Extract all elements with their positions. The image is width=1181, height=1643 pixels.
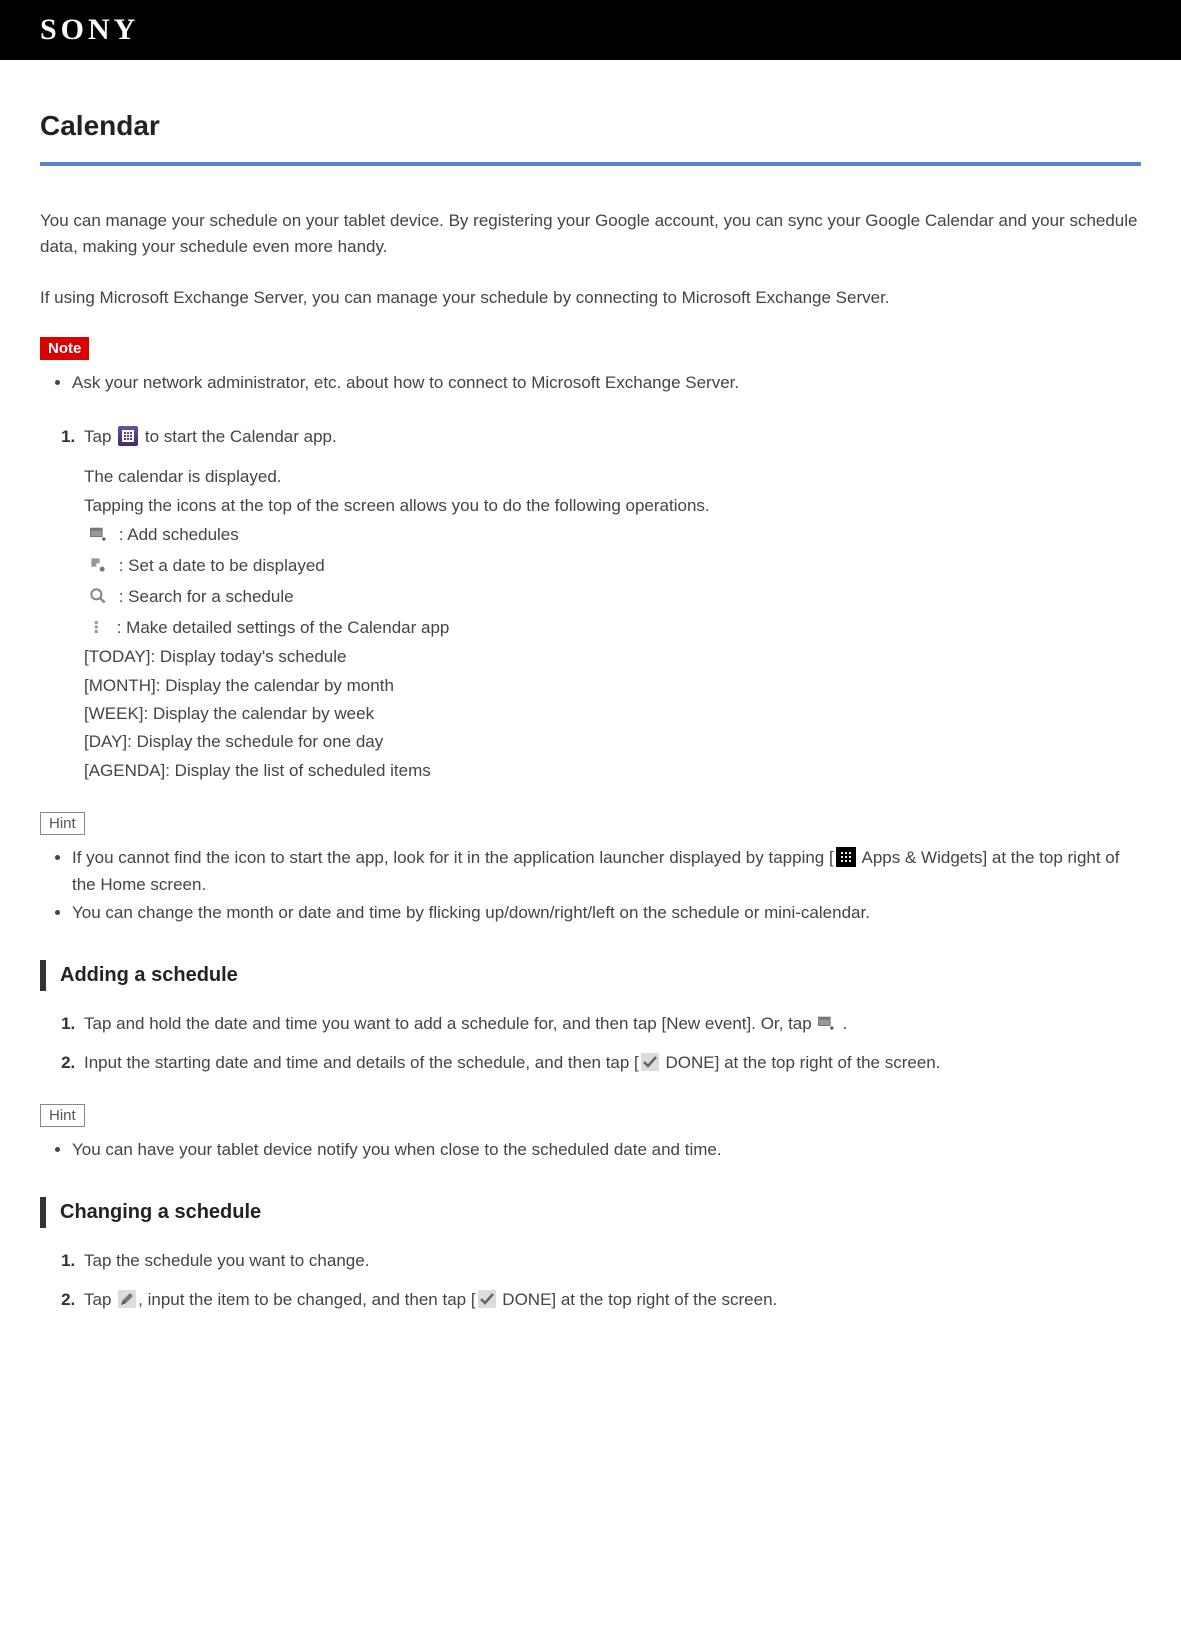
header: SONY xyxy=(0,0,1181,60)
step-1-post: to start the Calendar app. xyxy=(140,427,337,446)
changing-step-2: Tap , input the item to be changed, and … xyxy=(80,1287,1141,1313)
hint-1-item-1a: If you cannot find the icon to start the… xyxy=(72,848,834,867)
section-adding: Adding a schedule xyxy=(40,960,1141,991)
icon-search-text: : Search for a schedule xyxy=(114,587,294,606)
icon-overflow-text: : Make detailed settings of the Calendar… xyxy=(112,618,449,637)
month-line: [MONTH]: Display the calendar by month xyxy=(84,673,1141,699)
hint-1-list: If you cannot find the icon to start the… xyxy=(40,845,1141,926)
step-1-pre: Tap xyxy=(84,427,116,446)
hint-2-list: You can have your tablet device notify y… xyxy=(40,1137,1141,1163)
search-icon xyxy=(88,586,108,606)
changing-step-1: Tap the schedule you want to change. xyxy=(80,1248,1141,1274)
adding-step-1b: . xyxy=(842,1014,847,1033)
icon-line-add: : Add schedules xyxy=(84,521,1141,550)
week-line: [WEEK]: Display the calendar by week xyxy=(84,701,1141,727)
adding-step-2a: Input the starting date and time and det… xyxy=(84,1053,639,1072)
day-line: [DAY]: Display the schedule for one day xyxy=(84,729,1141,755)
adding-step-2b: DONE] at the top right of the screen. xyxy=(661,1053,941,1072)
note-item: Ask your network administrator, etc. abo… xyxy=(72,370,1141,396)
step-1-tapping: Tapping the icons at the top of the scre… xyxy=(84,493,1141,519)
hint-1-item-1: If you cannot find the icon to start the… xyxy=(72,845,1141,898)
icon-add-text: : Add schedules xyxy=(114,525,239,544)
adding-steps: Tap and hold the date and time you want … xyxy=(40,1011,1141,1076)
set-date-icon xyxy=(88,555,108,575)
main-steps: Tap to start the Calendar app. The calen… xyxy=(40,424,1141,784)
changing-step-2c: DONE] at the top right of the screen. xyxy=(498,1290,778,1309)
content: Calendar You can manage your schedule on… xyxy=(0,60,1181,1381)
add-schedule-icon xyxy=(88,524,108,544)
title-underline xyxy=(40,162,1141,166)
check-done-icon-2 xyxy=(478,1290,496,1308)
hint-badge-2: Hint xyxy=(40,1104,85,1127)
adding-step-1a: Tap and hold the date and time you want … xyxy=(84,1014,816,1033)
agenda-line: [AGENDA]: Display the list of scheduled … xyxy=(84,758,1141,784)
adding-step-1: Tap and hold the date and time you want … xyxy=(80,1011,1141,1037)
intro-paragraph-1: You can manage your schedule on your tab… xyxy=(40,208,1141,259)
adding-step-2: Input the starting date and time and det… xyxy=(80,1050,1141,1076)
icon-date-text: : Set a date to be displayed xyxy=(114,556,325,575)
hint-badge-1: Hint xyxy=(40,812,85,835)
overflow-icon xyxy=(88,617,106,637)
logo: SONY xyxy=(40,13,139,47)
pencil-icon xyxy=(118,1290,136,1308)
add-schedule-icon-2 xyxy=(816,1013,836,1033)
check-done-icon xyxy=(641,1053,659,1071)
intro-paragraph-2: If using Microsoft Exchange Server, you … xyxy=(40,285,1141,311)
note-list: Ask your network administrator, etc. abo… xyxy=(40,370,1141,396)
today-line: [TODAY]: Display today's schedule xyxy=(84,644,1141,670)
apps-grid-icon xyxy=(836,847,856,867)
icon-line-date: : Set a date to be displayed xyxy=(84,552,1141,581)
step-1: Tap to start the Calendar app. The calen… xyxy=(80,424,1141,784)
icon-line-overflow: : Make detailed settings of the Calendar… xyxy=(84,614,1141,643)
note-badge: Note xyxy=(40,337,89,360)
calendar-app-icon xyxy=(118,426,138,446)
icon-line-search: : Search for a schedule xyxy=(84,583,1141,612)
changing-step-2b: , input the item to be changed, and then… xyxy=(138,1290,475,1309)
hint-2-item-1: You can have your tablet device notify y… xyxy=(72,1137,1141,1163)
section-changing: Changing a schedule xyxy=(40,1197,1141,1228)
hint-1-item-2: You can change the month or date and tim… xyxy=(72,900,1141,926)
step-1-displayed: The calendar is displayed. xyxy=(84,464,1141,490)
changing-step-2a: Tap xyxy=(84,1290,116,1309)
page-title: Calendar xyxy=(40,110,1141,142)
changing-steps: Tap the schedule you want to change. Tap… xyxy=(40,1248,1141,1313)
